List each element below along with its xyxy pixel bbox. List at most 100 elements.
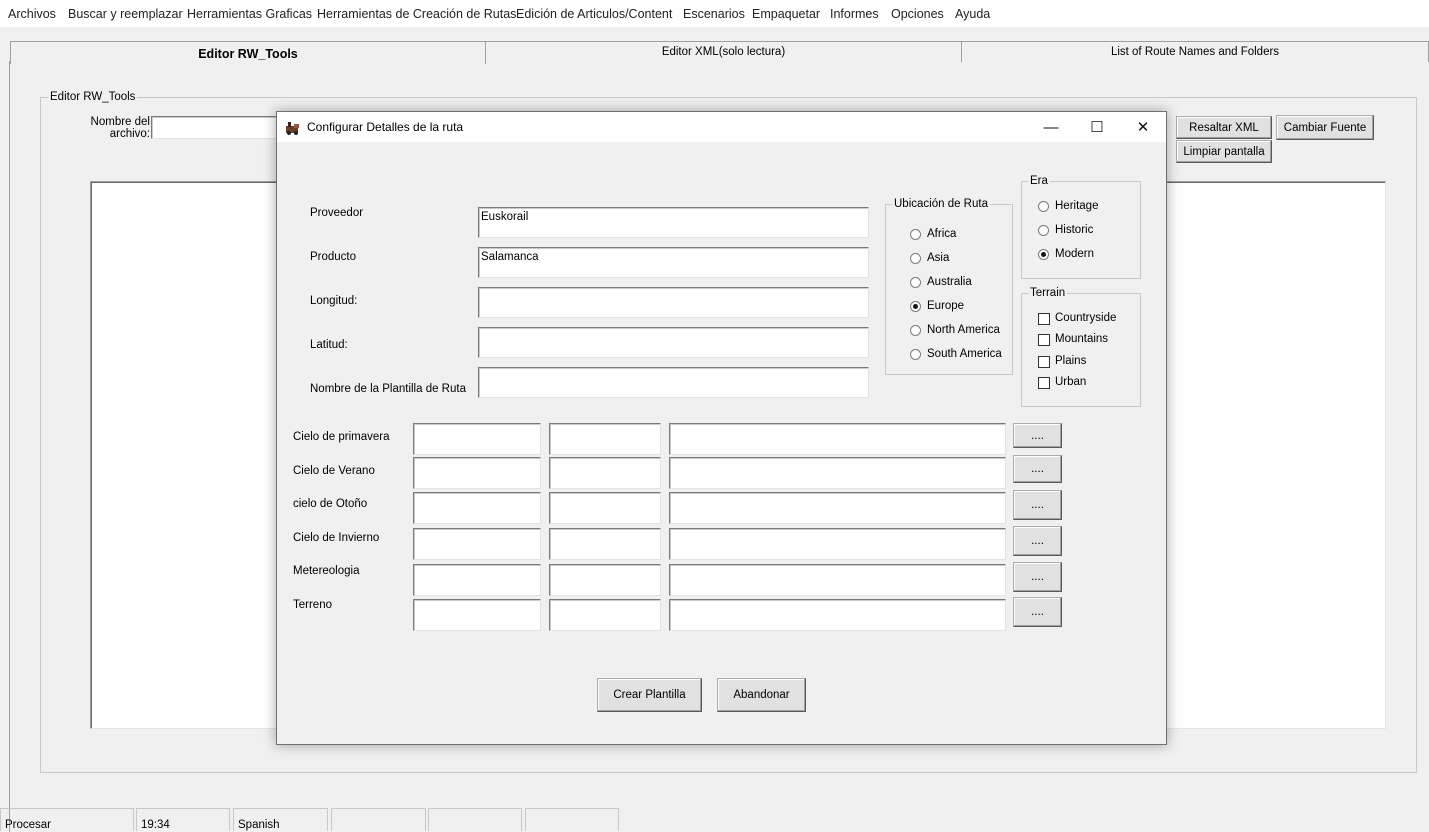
minimize-icon[interactable]: — xyxy=(1028,112,1074,142)
location-group-label: Ubicación de Ruta xyxy=(892,198,990,210)
tab-editor-xml[interactable]: Editor XML(solo lectura) xyxy=(485,41,962,62)
sky-input-otono-3[interactable] xyxy=(669,492,1006,524)
checkbox-label-mountains: Mountains xyxy=(1055,333,1109,345)
sky-input-verano-1[interactable] xyxy=(413,457,541,489)
status-panel-language: Spanish xyxy=(233,808,328,831)
radio-africa[interactable] xyxy=(910,229,921,240)
menu-buscar-reemplazar[interactable]: Buscar y reemplazar xyxy=(68,7,183,21)
menu-escenarios[interactable]: Escenarios xyxy=(683,7,745,21)
tab-editor-rw-tools[interactable]: Editor RW_Tools xyxy=(10,41,486,64)
sky-input-terreno-3[interactable] xyxy=(669,599,1006,631)
highlight-xml-button[interactable]: Resaltar XML xyxy=(1176,116,1272,139)
filename-input[interactable] xyxy=(151,116,291,139)
sky-input-invierno-3[interactable] xyxy=(669,528,1006,560)
browse-button-primavera[interactable]: .... xyxy=(1013,423,1062,448)
field-label-longitud: Longitud: xyxy=(310,295,358,307)
radio-label-europe: Europe xyxy=(927,300,965,312)
menu-herramientas-graficas[interactable]: Herramientas Graficas xyxy=(187,7,312,21)
status-panel-empty-2 xyxy=(428,808,522,831)
close-icon[interactable]: ✕ xyxy=(1120,112,1166,142)
create-template-button[interactable]: Crear Plantilla xyxy=(597,678,702,712)
sky-input-verano-3[interactable] xyxy=(669,457,1006,489)
dialog-title: Configurar Detalles de la ruta xyxy=(307,120,464,134)
menu-informes[interactable]: Informes xyxy=(830,7,879,21)
menu-edicion-articulos[interactable]: Edición de Articulos/Content xyxy=(516,7,672,21)
sky-input-terreno-2[interactable] xyxy=(549,599,661,631)
field-input-producto[interactable]: Salamanca xyxy=(478,247,869,278)
radio-europe[interactable] xyxy=(910,301,921,312)
sky-input-metereologia-3[interactable] xyxy=(669,564,1006,596)
radio-modern[interactable] xyxy=(1038,249,1049,260)
clear-screen-button[interactable]: Limpiar pantalla xyxy=(1176,140,1272,163)
checkbox-label-plains: Plains xyxy=(1055,355,1087,367)
radio-australia[interactable] xyxy=(910,277,921,288)
status-panel-empty-3 xyxy=(525,808,619,831)
field-label-latitud: Latitud: xyxy=(310,339,348,351)
radio-label-historic: Historic xyxy=(1055,224,1094,236)
radio-historic[interactable] xyxy=(1038,225,1049,236)
checkbox-label-countryside: Countryside xyxy=(1055,312,1117,324)
radio-heritage[interactable] xyxy=(1038,201,1049,212)
sky-label-otono: cielo de Otoño xyxy=(293,498,368,510)
checkbox-label-urban: Urban xyxy=(1055,376,1087,388)
sky-label-invierno: Cielo de Invierno xyxy=(293,532,380,544)
sky-input-verano-2[interactable] xyxy=(549,457,661,489)
editor-group-label: Editor RW_Tools xyxy=(48,91,138,103)
sky-input-metereologia-2[interactable] xyxy=(549,564,661,596)
train-app-icon xyxy=(285,119,301,135)
sky-label-metereologia: Metereologia xyxy=(293,565,360,577)
tab-route-names[interactable]: List of Route Names and Folders xyxy=(961,41,1429,62)
field-label-plantilla: Nombre de la Plantilla de Ruta xyxy=(310,383,466,395)
cancel-button[interactable]: Abandonar xyxy=(717,678,806,712)
menu-ayuda[interactable]: Ayuda xyxy=(955,7,990,21)
radio-label-modern: Modern xyxy=(1055,248,1094,260)
menu-opciones[interactable]: Opciones xyxy=(891,7,944,21)
checkbox-urban[interactable] xyxy=(1038,377,1050,389)
browse-button-invierno[interactable]: .... xyxy=(1013,526,1062,556)
sky-label-terreno: Terreno xyxy=(293,599,332,611)
radio-label-heritage: Heritage xyxy=(1055,200,1099,212)
field-input-longitud[interactable] xyxy=(478,287,869,318)
checkbox-plains[interactable] xyxy=(1038,356,1050,368)
sky-label-verano: Cielo de Verano xyxy=(293,465,375,477)
checkbox-mountains[interactable] xyxy=(1038,334,1050,346)
sky-input-metereologia-1[interactable] xyxy=(413,564,541,596)
radio-north-america[interactable] xyxy=(910,325,921,336)
browse-button-terreno[interactable]: .... xyxy=(1013,597,1062,627)
menu-archivos[interactable]: Archivos xyxy=(8,7,56,21)
sky-input-otono-1[interactable] xyxy=(413,492,541,524)
dialog-titlebar[interactable]: Configurar Detalles de la ruta — ☐ ✕ xyxy=(277,112,1166,142)
sky-input-terreno-1[interactable] xyxy=(413,599,541,631)
sky-input-primavera-1[interactable] xyxy=(413,423,541,455)
radio-south-america[interactable] xyxy=(910,349,921,360)
radio-label-asia: Asia xyxy=(927,252,950,264)
radio-label-north-america: North America xyxy=(927,324,1000,336)
era-group-label: Era xyxy=(1028,175,1050,187)
terrain-group-label: Terrain xyxy=(1028,287,1068,299)
radio-asia[interactable] xyxy=(910,253,921,264)
checkbox-countryside[interactable] xyxy=(1038,313,1050,325)
sky-input-invierno-2[interactable] xyxy=(549,528,661,560)
browse-button-otono[interactable]: .... xyxy=(1013,490,1062,520)
maximize-icon[interactable]: ☐ xyxy=(1074,112,1120,142)
browse-button-verano[interactable]: .... xyxy=(1013,455,1062,483)
field-input-plantilla[interactable] xyxy=(478,367,869,398)
sky-input-primavera-2[interactable] xyxy=(549,423,661,455)
field-input-proveedor[interactable]: Euskorail xyxy=(478,207,869,238)
browse-button-metereologia[interactable]: .... xyxy=(1013,562,1062,592)
sky-input-invierno-1[interactable] xyxy=(413,528,541,560)
sky-input-otono-2[interactable] xyxy=(549,492,661,524)
field-input-latitud[interactable] xyxy=(478,327,869,358)
radio-label-australia: Australia xyxy=(927,276,972,288)
radio-label-africa: Africa xyxy=(927,228,957,240)
menu-herramientas-creacion-rutas[interactable]: Herramientas de Creación de Rutas xyxy=(317,7,516,21)
sky-input-primavera-3[interactable] xyxy=(669,423,1006,455)
field-label-proveedor: Proveedor xyxy=(310,207,364,219)
change-font-button[interactable]: Cambiar Fuente xyxy=(1276,115,1374,140)
menu-empaquetar[interactable]: Empaquetar xyxy=(752,7,820,21)
menu-bar: Archivos Buscar y reemplazar Herramienta… xyxy=(0,0,1429,27)
filename-label: Nombre del archivo: xyxy=(90,116,150,140)
radio-label-south-america: South America xyxy=(927,348,1002,360)
status-panel-state: Procesar xyxy=(0,808,134,831)
terrain-groupbox xyxy=(1021,293,1141,407)
